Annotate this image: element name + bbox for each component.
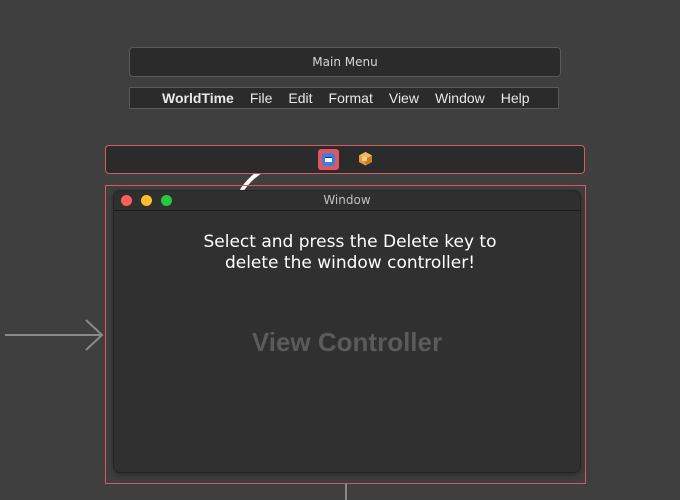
first-responder-cube-icon[interactable] [358,151,373,166]
scene-dock [105,145,585,174]
window-title: Window [323,193,371,207]
view-controller-label: View Controller [251,327,443,357]
annotation-line-1: Select and press the Delete key to [203,232,497,252]
menu-bar: WorldTime File Edit Format View Window H… [129,87,559,109]
annotation-text: Select and press the Delete key to delet… [160,232,540,274]
menu-item-format[interactable]: Format [321,88,381,108]
menu-item-window[interactable]: Window [427,88,493,108]
window-titlebar[interactable]: Window [114,191,580,211]
menu-item-app[interactable]: WorldTime [154,88,242,108]
menu-item-view[interactable]: View [381,88,427,108]
main-menu-title: Main Menu [312,55,378,69]
annotation-line-2: delete the window controller! [224,253,476,273]
window-controller-icon[interactable] [318,149,339,170]
main-menu-scene-header[interactable]: Main Menu [129,47,561,77]
entry-point-arrow[interactable] [5,319,104,351]
menu-item-help[interactable]: Help [493,88,538,108]
menu-item-edit[interactable]: Edit [280,88,320,108]
menu-item-file[interactable]: File [242,88,281,108]
